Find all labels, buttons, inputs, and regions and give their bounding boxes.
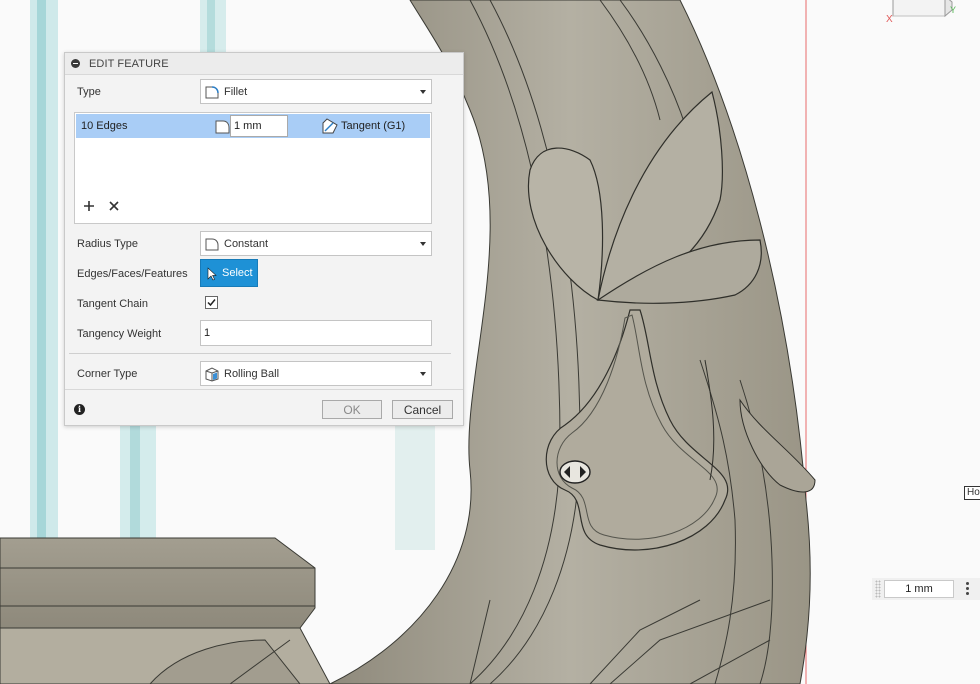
add-icon[interactable] (83, 200, 95, 212)
remove-icon[interactable] (109, 201, 119, 211)
hover-tooltip: Ho (964, 486, 980, 500)
corner-type-value: Rolling Ball (224, 368, 280, 380)
edit-feature-dialog: EDIT FEATURE Type Fillet 10 Edges Tangen… (64, 52, 464, 426)
radius-type-label: Radius Type (77, 238, 138, 250)
in-canvas-value-input[interactable] (884, 580, 954, 598)
radius-type-dropdown[interactable]: Constant (200, 231, 432, 256)
more-options-icon[interactable] (964, 581, 970, 597)
in-canvas-value-widget (872, 578, 980, 600)
base-beam[interactable] (0, 537, 331, 684)
tangency-weight-label: Tangency Weight (77, 328, 162, 340)
dialog-header[interactable]: EDIT FEATURE (65, 53, 463, 75)
rolling-ball-icon (205, 367, 219, 382)
cancel-button[interactable]: Cancel (392, 400, 453, 419)
type-dropdown[interactable]: Fillet (200, 79, 432, 104)
fillet-icon (205, 86, 219, 99)
dialog-title: EDIT FEATURE (89, 58, 169, 70)
chevron-down-icon (420, 242, 426, 246)
constant-radius-icon (205, 238, 219, 251)
chevron-down-icon (420, 90, 426, 94)
collapse-icon[interactable] (71, 59, 80, 68)
tangent-chain-label: Tangent Chain (77, 298, 148, 310)
edge-set-name: 10 Edges (81, 120, 128, 132)
tangency-weight-input[interactable] (200, 320, 432, 346)
type-value: Fillet (224, 86, 248, 98)
corner-type-dropdown[interactable]: Rolling Ball (200, 361, 432, 386)
edges-faces-features-label: Edges/Faces/Features (77, 268, 188, 280)
axis-y-label: Y (950, 5, 956, 15)
tangent-chain-checkbox[interactable] (205, 296, 218, 309)
section-divider (69, 353, 451, 354)
type-label: Type (77, 86, 101, 98)
select-button-label: Select (222, 267, 253, 279)
axis-x-label: X (886, 14, 893, 25)
edge-selection-list[interactable]: 10 Edges Tangent (G1) (74, 112, 432, 224)
cursor-icon (207, 267, 217, 281)
checkmark-icon (207, 299, 216, 307)
info-icon[interactable]: i (74, 404, 85, 415)
continuity-value[interactable]: Tangent (G1) (341, 120, 405, 132)
drag-grip-icon[interactable] (875, 580, 881, 598)
dialog-footer: i OK Cancel (65, 389, 463, 425)
fillet-radius-icon (215, 120, 230, 134)
chevron-down-icon (420, 372, 426, 376)
radius-type-value: Constant (224, 238, 269, 250)
select-button[interactable]: Select (200, 259, 258, 287)
tangent-continuity-icon (322, 118, 338, 134)
ok-button[interactable]: OK (322, 400, 382, 419)
edge-radius-input[interactable] (230, 115, 288, 137)
corner-type-label: Corner Type (77, 368, 138, 380)
edge-selection-row[interactable]: 10 Edges Tangent (G1) (76, 114, 430, 138)
